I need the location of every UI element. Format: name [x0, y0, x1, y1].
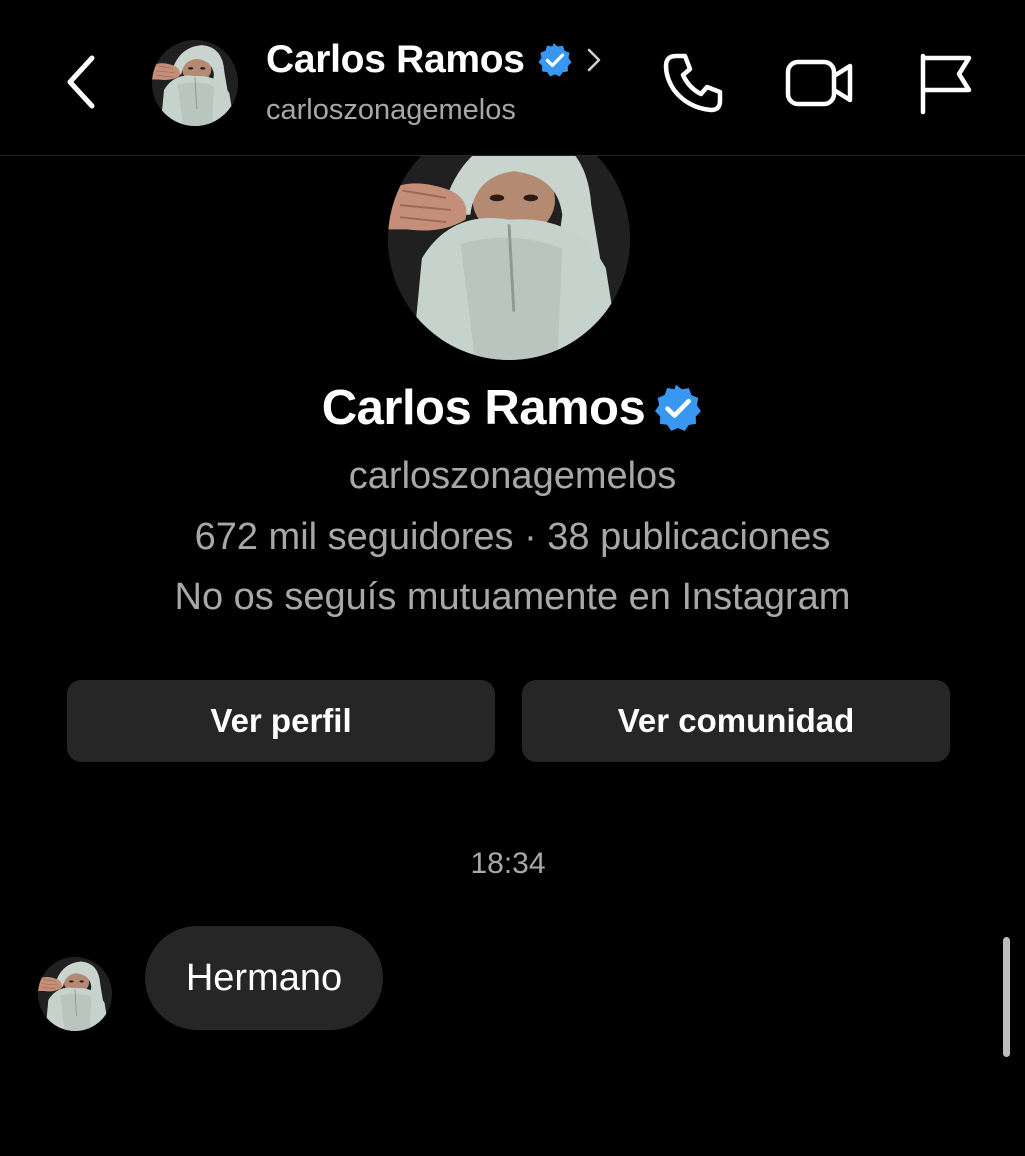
audio-call-button[interactable]	[660, 50, 726, 116]
profile-name-row: Carlos Ramos	[0, 380, 1025, 436]
header-avatar[interactable]	[152, 40, 238, 126]
profile-name: Carlos Ramos	[321, 381, 646, 435]
message-timestamp: 18:34	[470, 847, 546, 880]
report-button[interactable]	[915, 50, 977, 116]
flag-icon	[920, 53, 972, 115]
verified-badge-icon	[653, 383, 703, 433]
avatar-image	[152, 40, 238, 126]
view-community-button[interactable]: Ver comunidad	[522, 680, 950, 762]
scrollbar[interactable]	[1003, 937, 1010, 1057]
back-button[interactable]	[58, 50, 104, 114]
chevron-right-icon	[587, 48, 600, 72]
mutual-follow-status: No os seguís mutuamente en Instagram	[174, 576, 851, 618]
avatar-image	[38, 957, 112, 1031]
video-call-button[interactable]	[784, 52, 856, 114]
verified-badge-icon	[537, 42, 573, 78]
video-camera-icon	[785, 59, 853, 107]
message-bubble[interactable]: Hermano	[145, 926, 383, 1030]
header-name: Carlos Ramos	[266, 38, 525, 81]
chat-header: Carlos Ramos carloszonagemelos	[0, 0, 1025, 156]
profile-stats: 672 mil seguidores · 38 publicaciones	[194, 516, 831, 558]
chevron-left-icon	[67, 55, 95, 109]
phone-icon	[663, 53, 723, 113]
message-sender-avatar[interactable]	[38, 957, 112, 1031]
profile-username: carloszonagemelos	[348, 455, 677, 497]
header-username: carloszonagemelos	[266, 94, 516, 126]
view-profile-button[interactable]: Ver perfil	[67, 680, 495, 762]
header-name-link[interactable]: Carlos Ramos	[266, 38, 603, 82]
